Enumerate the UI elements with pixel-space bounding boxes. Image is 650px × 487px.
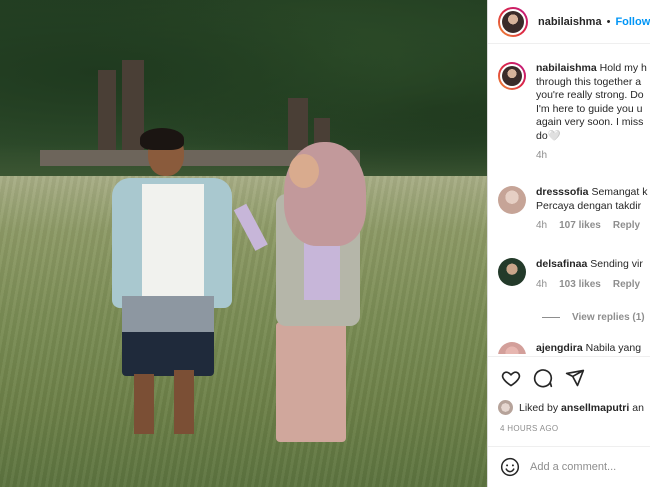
post-actions-bar (488, 356, 650, 398)
comment-avatar[interactable] (498, 258, 526, 286)
comment-item: ajengdira Nabila yang (498, 342, 650, 354)
replies-divider (542, 317, 560, 318)
post-header: nabilaishma • Follow (488, 0, 650, 44)
emoji-icon[interactable] (500, 457, 520, 477)
view-replies-button[interactable]: View replies (1) (542, 312, 645, 323)
liked-by-suffix: an (632, 401, 644, 414)
comment-item: dresssofia Semangat k Percaya dengan tak… (498, 186, 650, 233)
comment-reply-button[interactable]: Reply (613, 279, 640, 290)
post-side-panel: nabilaishma • Follow nabilaishma Hold my… (487, 0, 650, 487)
view-replies-label: View replies (1) (572, 312, 645, 323)
comment-time[interactable]: 4h (536, 220, 547, 231)
add-comment-input[interactable] (530, 461, 650, 473)
author-username[interactable]: nabilaishma (538, 16, 602, 28)
post-photo[interactable] (0, 0, 487, 487)
liker-avatar (498, 400, 513, 415)
separator-dot: • (606, 15, 611, 28)
share-icon[interactable] (564, 367, 586, 389)
instagram-post-modal: nabilaishma • Follow nabilaishma Hold my… (0, 0, 650, 487)
liked-by-prefix: Liked by (519, 401, 559, 414)
comment-text: Sending vir (590, 258, 643, 270)
comment-likes[interactable]: 107 likes (559, 220, 601, 231)
post-timestamp[interactable]: 4 HOURS AGO (500, 424, 558, 433)
comment-item: delsafinaa Sending vir 4h 103 likes Reply (498, 258, 650, 291)
comment-icon[interactable] (532, 367, 554, 389)
caption-avatar[interactable] (498, 62, 526, 90)
comment-avatar[interactable] (498, 342, 526, 354)
comment-text: Nabila yang (585, 342, 642, 354)
caption-item: nabilaishma Hold my h through this toget… (498, 62, 650, 163)
comment-reply-button[interactable]: Reply (613, 220, 640, 231)
comment-username[interactable]: delsafinaa (536, 258, 587, 270)
comment-avatar[interactable] (498, 186, 526, 214)
caption-time[interactable]: 4h (536, 150, 547, 161)
add-comment-bar (488, 446, 650, 487)
comments-list[interactable]: nabilaishma Hold my h through this toget… (488, 54, 650, 354)
author-avatar[interactable] (498, 6, 528, 37)
comment-username[interactable]: ajengdira (536, 342, 583, 354)
heart-icon[interactable] (500, 367, 522, 389)
liked-by-row[interactable]: Liked by ansellmaputri an (498, 400, 644, 415)
photo-temple-tower (98, 70, 116, 160)
caption-username[interactable]: nabilaishma (536, 62, 597, 74)
comment-time[interactable]: 4h (536, 279, 547, 290)
liked-by-username[interactable]: ansellmaputri (561, 402, 629, 414)
comment-likes[interactable]: 103 likes (559, 279, 601, 290)
follow-button[interactable]: Follow (615, 16, 650, 28)
comment-username[interactable]: dresssofia (536, 186, 589, 198)
